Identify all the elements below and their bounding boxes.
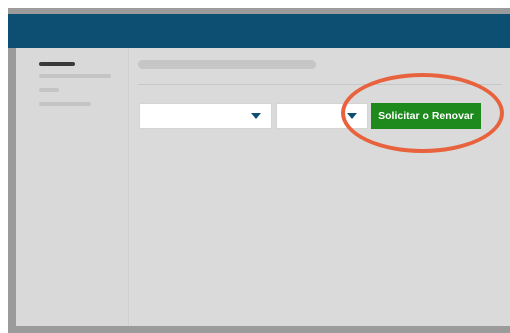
dropdown-select-2[interactable] <box>276 103 368 129</box>
title-divider <box>138 84 502 85</box>
sidebar-item-active[interactable] <box>39 62 75 66</box>
app-header <box>8 14 510 48</box>
chevron-down-icon <box>251 113 261 119</box>
sidebar-item[interactable] <box>39 102 91 106</box>
sidebar-item[interactable] <box>39 88 59 92</box>
dropdown-select-1[interactable] <box>139 103 272 129</box>
request-renew-button[interactable]: Solicitar o Renovar <box>371 103 481 129</box>
main-content <box>130 48 510 326</box>
chevron-down-icon <box>347 113 357 119</box>
sidebar <box>16 48 129 326</box>
page-title-placeholder <box>138 60 316 69</box>
sidebar-item[interactable] <box>39 74 111 78</box>
app-body <box>16 48 510 326</box>
